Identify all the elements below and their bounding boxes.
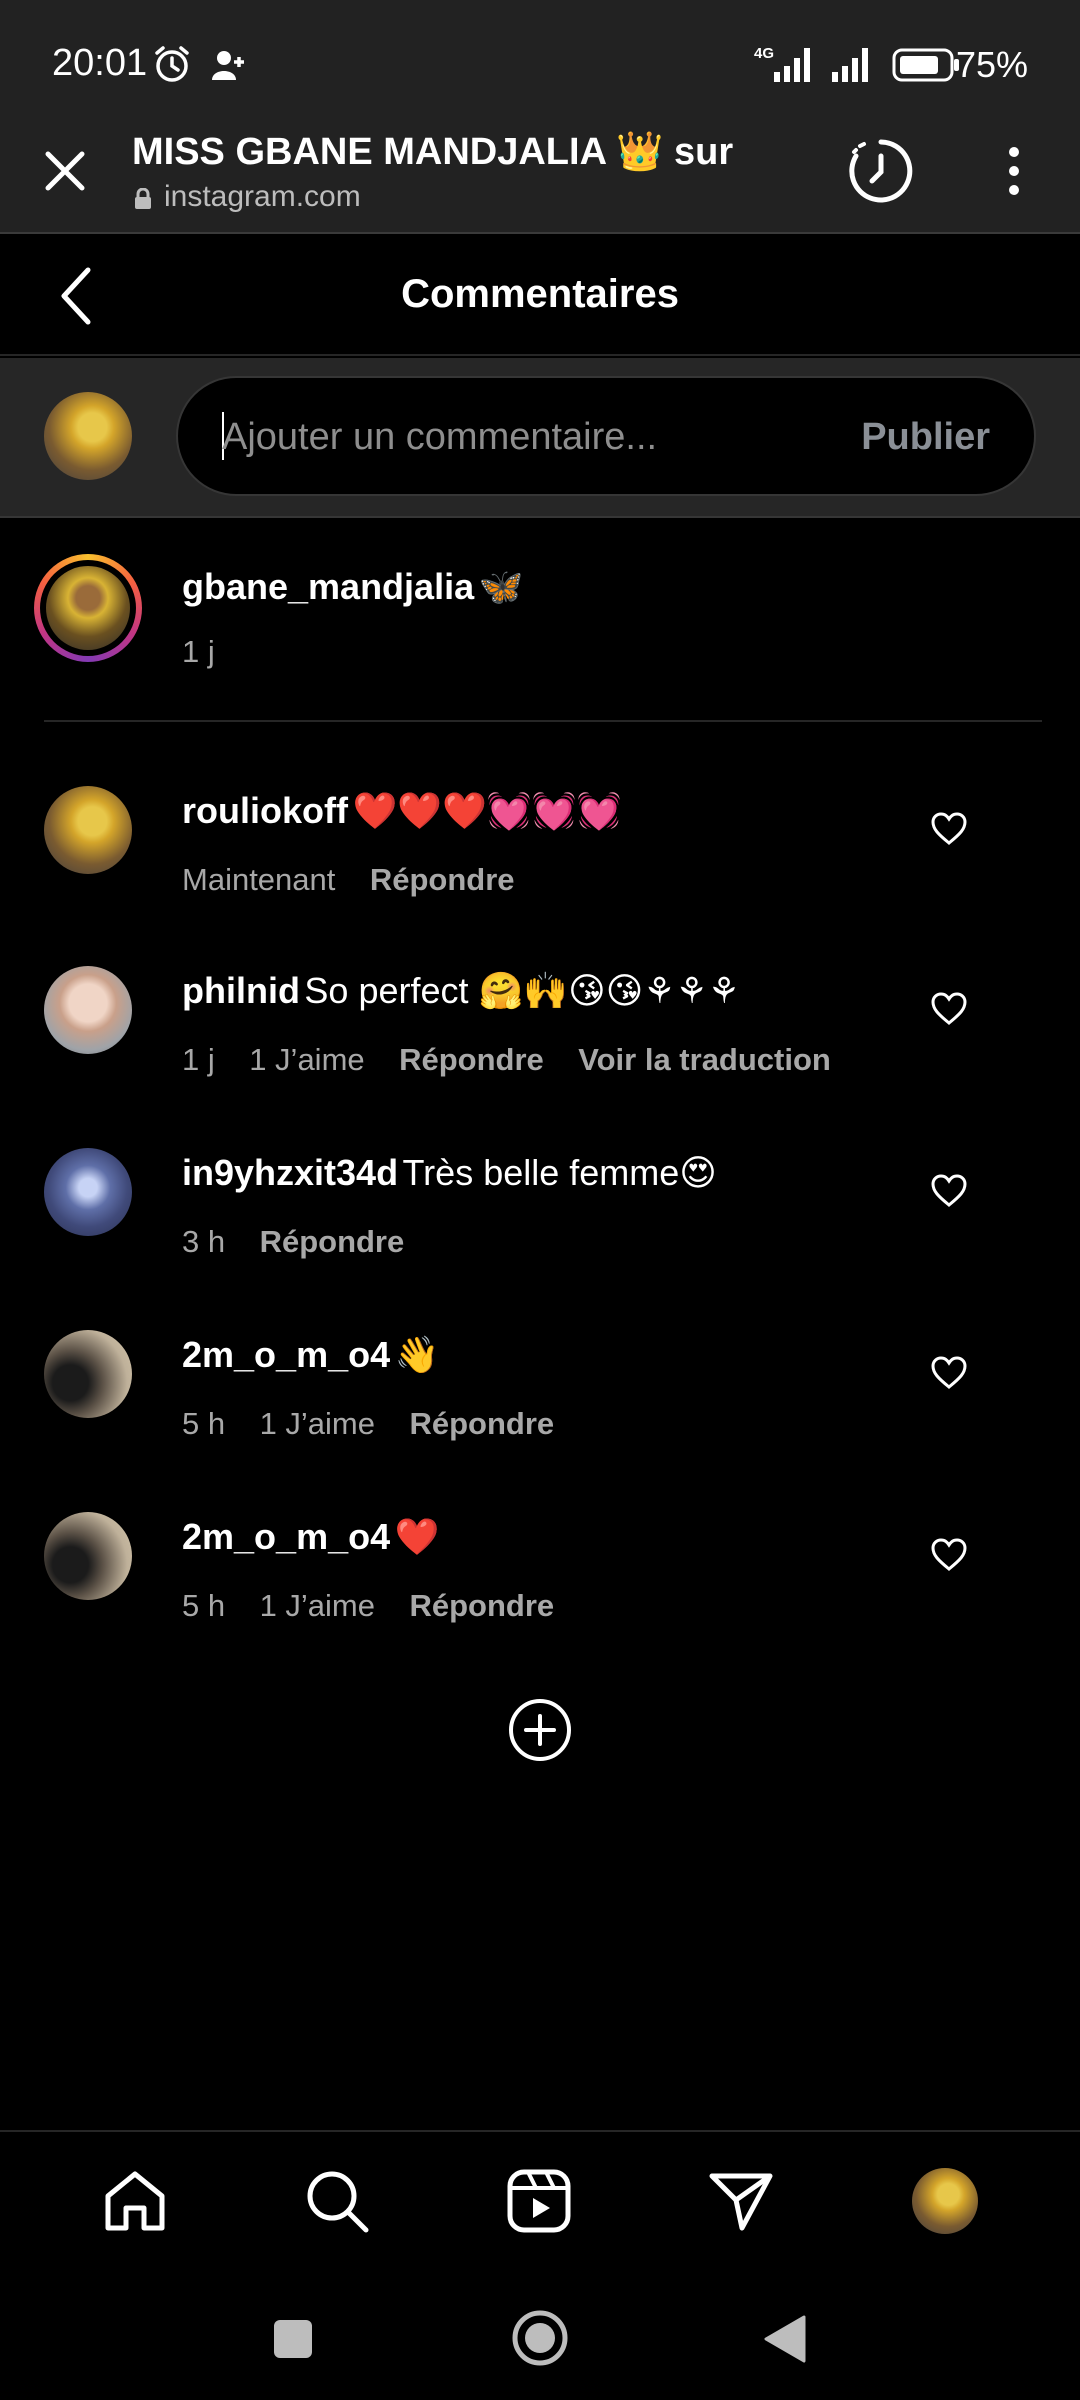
post-caption: 🦋 [478,566,524,607]
status-bar: 20:01 4G 75% [0,0,1080,126]
send-icon[interactable] [708,2168,774,2239]
comment-placeholder: Ajouter un commentaire... [222,416,658,458]
comment-line: 2m_o_m_o4 ❤️ [182,1516,439,1558]
comment-text: ❤️ [394,1516,440,1557]
comment-line: 2m_o_m_o4 👋 [182,1334,439,1376]
comment-username[interactable]: in9yhzxit34d [182,1152,398,1193]
status-time: 20:01 [52,42,148,84]
profile-avatar[interactable] [912,2168,978,2234]
heart-outline-icon[interactable] [930,1538,968,1577]
comment-line: rouliokoff ❤️❤️❤️💓💓💓 [182,790,621,832]
avatar[interactable] [44,1512,132,1600]
comment-meta: 3 h Répondre [182,1224,434,1260]
avatar[interactable] [44,966,132,1054]
heart-outline-icon[interactable] [930,992,968,1031]
alarm-icon [152,44,192,89]
post-meta: 1 j [182,634,245,670]
heart-outline-icon[interactable] [930,1174,968,1213]
like-count[interactable]: 1 J’aime [260,1406,375,1441]
comment-time: 1 j [182,1042,215,1077]
battery-icon [892,48,962,87]
comment-time: Maintenant [182,862,336,897]
comment-time: 3 h [182,1224,226,1259]
avatar[interactable] [44,1330,132,1418]
comment-meta: 5 h 1 J’aime Répondre [182,1588,584,1624]
avatar[interactable] [44,1148,132,1236]
reply-button[interactable]: Répondre [370,862,515,897]
reels-icon[interactable] [506,2168,572,2239]
system-nav-bar [0,2272,1080,2400]
comment-line: in9yhzxit34d Très belle femme😍 [182,1152,717,1194]
post-time: 1 j [182,634,215,669]
more-vertical-icon[interactable] [1000,144,1028,203]
comments-header: Commentaires [0,236,1080,356]
reply-button[interactable]: Répondre [399,1042,544,1077]
avatar[interactable] [44,786,132,874]
close-icon[interactable] [40,146,90,201]
recents-button[interactable] [272,2318,314,2365]
signal-icon [830,44,880,89]
post-username[interactable]: gbane_mandjalia [182,566,474,607]
bottom-nav [0,2130,1080,2270]
signal-4g-icon: 4G [752,44,818,89]
comment-composer: Ajouter un commentaire... Publier [0,358,1080,518]
divider [44,720,1042,722]
post-caption-line: gbane_mandjalia 🦋 [182,566,523,608]
reply-button[interactable]: Répondre [409,1406,554,1441]
reply-button[interactable]: Répondre [409,1588,554,1623]
comment-meta: Maintenant Répondre [182,862,545,898]
home-button[interactable] [510,2308,570,2373]
comment-username[interactable]: rouliokoff [182,790,348,831]
home-icon[interactable] [102,2168,168,2239]
url-text[interactable]: instagram.com [164,180,361,214]
comment-username[interactable]: 2m_o_m_o4 [182,1516,390,1557]
comment-time: 5 h [182,1588,226,1623]
lock-icon [134,187,152,215]
comment-text: Très belle femme😍 [402,1152,717,1193]
heart-outline-icon[interactable] [930,1356,968,1395]
add-user-icon [210,48,244,87]
comment-input[interactable]: Ajouter un commentaire... Publier [176,376,1036,496]
comment-line: philnid So perfect 🤗🙌😘😘⚘⚘⚘ [182,970,740,1012]
comment-text: ❤️❤️❤️💓💓💓 [352,790,622,831]
see-translation-button[interactable]: Voir la traduction [578,1042,831,1077]
battery-percent: 75% [955,44,1028,85]
comment-text: So perfect 🤗🙌😘😘⚘⚘⚘ [304,970,741,1011]
history-icon[interactable] [846,136,916,211]
page-title: MISS GBANE MANDJALIA 👑 sur [132,131,734,173]
comment-meta: 5 h 1 J’aime Répondre [182,1406,584,1442]
comment-username[interactable]: 2m_o_m_o4 [182,1334,390,1375]
header-title: Commentaires [401,272,679,316]
comment-time: 5 h [182,1406,226,1441]
search-icon[interactable] [304,2168,370,2239]
avatar [46,566,130,650]
publish-button[interactable]: Publier [861,416,990,459]
comment-text: 👋 [394,1334,440,1375]
like-count[interactable]: 1 J’aime [249,1042,364,1077]
like-count[interactable]: 1 J’aime [260,1588,375,1623]
avatar [44,392,132,480]
reply-button[interactable]: Répondre [260,1224,405,1259]
comment-username[interactable]: philnid [182,970,300,1011]
story-ring[interactable] [34,554,142,662]
plus-circle-icon[interactable] [508,1698,572,1767]
comment-meta: 1 j 1 J’aime Répondre Voir la traduction [182,1042,861,1078]
network-type-label: 4G [754,45,774,62]
heart-outline-icon[interactable] [930,812,968,851]
browser-bar: MISS GBANE MANDJALIA 👑 sur instagram.com [0,126,1080,234]
back-button[interactable] [762,2314,806,2369]
